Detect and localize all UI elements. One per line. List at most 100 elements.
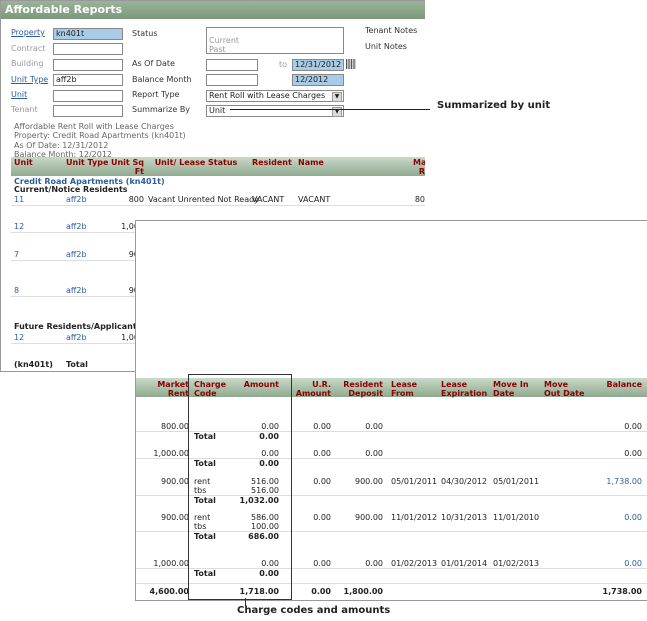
balance-cell: 0.00: [624, 449, 642, 458]
ur-amount-cell: 0.00: [313, 422, 331, 431]
balance-cell[interactable]: 0.00: [624, 559, 642, 568]
status-option-current[interactable]: Current: [209, 36, 343, 45]
total-cell: (kn401t): [14, 360, 53, 369]
market-rent-cell: 800.00: [161, 422, 189, 431]
report-type-label: Report Type: [132, 90, 180, 99]
ur-amount-cell: 0.00: [313, 449, 331, 458]
table-cell: 80: [414, 195, 425, 204]
table-cell[interactable]: 12: [14, 333, 24, 342]
report-property: Property: Credit Road Apartments (kn401t…: [14, 131, 186, 141]
report-as-of: As Of Date: 12/31/2012: [14, 140, 109, 150]
ur-amount-cell: 0.00: [313, 559, 331, 568]
table-cell[interactable]: aff2b: [66, 195, 87, 204]
unit-input[interactable]: [53, 90, 123, 102]
deposit-cell: 900.00: [355, 477, 383, 486]
as-of-label: As Of Date: [132, 59, 175, 68]
table-cell: Vacant Unrented Not Ready: [148, 195, 259, 204]
lease-expiration-cell: 10/31/2013: [441, 513, 488, 522]
as-of-to-input[interactable]: 12/31/2012: [292, 59, 344, 71]
table-cell[interactable]: 11: [14, 195, 24, 204]
table-cell[interactable]: aff2b: [66, 250, 87, 259]
grand-deposit: 1,800.00: [343, 587, 383, 596]
annotation-summarized: Summarized by unit: [437, 100, 551, 111]
ur-amount-cell: 0.00: [313, 477, 331, 486]
contract-input[interactable]: [53, 43, 123, 55]
section-future: Future Residents/Applicants: [14, 322, 142, 331]
deposit-cell: 900.00: [355, 513, 383, 522]
move-in-cell: 05/01/2011: [493, 477, 540, 486]
callout-line: [230, 109, 430, 110]
status-label: Status: [132, 29, 158, 38]
summarize-select[interactable]: Unit ▼: [206, 105, 344, 117]
tenant-label: Tenant: [11, 105, 38, 114]
balance-month-from-input[interactable]: [206, 74, 258, 86]
column-header: Lease Expiration: [441, 380, 488, 398]
market-rent-cell: 900.00: [161, 477, 189, 486]
annotation-charge-codes: Charge codes and amounts: [237, 605, 391, 616]
table-cell: 800: [128, 195, 144, 204]
report-info: Affordable Rent Roll with Lease Charges …: [14, 122, 186, 159]
report-type-select[interactable]: Rent Roll with Lease Charges ▼: [206, 90, 344, 102]
move-in-cell: 01/02/2013: [493, 559, 540, 568]
balance-cell[interactable]: 0.00: [624, 513, 642, 522]
deposit-cell: 0.00: [365, 559, 383, 568]
table-cell[interactable]: 7: [14, 250, 19, 259]
table-cell: VACANT: [298, 195, 331, 204]
balance-month-label: Balance Month: [132, 75, 192, 84]
table-cell[interactable]: 8: [14, 286, 19, 295]
deposit-cell: 0.00: [365, 449, 383, 458]
table-cell[interactable]: aff2b: [66, 286, 87, 295]
column-header: Move Out Date: [544, 380, 585, 398]
column-header: Lease From: [391, 380, 418, 398]
property-input[interactable]: kn401t: [53, 28, 123, 40]
unit-link[interactable]: Unit: [11, 90, 27, 99]
table-cell: VACANT: [252, 195, 285, 204]
column-header: Unit: [14, 158, 33, 167]
unit-notes-label: Unit Notes: [365, 42, 407, 51]
table-cell[interactable]: aff2b: [66, 222, 87, 231]
unit-type-link[interactable]: Unit Type: [11, 75, 48, 84]
balance-cell[interactable]: 1,738.00: [606, 477, 642, 486]
market-rent-cell: 1,000.00: [153, 449, 189, 458]
property-link[interactable]: Property: [11, 28, 45, 37]
column-header: U.R. Amount: [295, 380, 331, 398]
lease-from-cell: 11/01/2012: [391, 513, 438, 522]
column-header: Unit/ Lease Status: [154, 158, 238, 167]
balance-cell: 0.00: [624, 422, 642, 431]
building-input[interactable]: [53, 59, 123, 71]
chevron-down-icon: ▼: [332, 92, 342, 102]
status-option-past[interactable]: Past: [209, 45, 343, 54]
grand-ur: 0.00: [311, 587, 331, 596]
column-header: Unit Sq Ft: [110, 158, 144, 176]
status-listbox[interactable]: Current Past: [206, 27, 344, 54]
section-current: Current/Notice Residents: [14, 185, 128, 194]
column-header: Resident: [252, 158, 292, 167]
summarize-value: Unit: [209, 106, 226, 115]
tenant-input[interactable]: [53, 105, 123, 117]
ur-amount-cell: 0.00: [313, 513, 331, 522]
calendar-icon[interactable]: [346, 59, 356, 69]
lease-from-cell: 05/01/2011: [391, 477, 438, 486]
balance-month-input[interactable]: 12/2012: [292, 74, 344, 86]
deposit-cell: 0.00: [365, 422, 383, 431]
building-label: Building: [11, 59, 44, 68]
lease-from-cell: 01/02/2013: [391, 559, 438, 568]
table-cell[interactable]: aff2b: [66, 333, 87, 342]
market-rent-cell: 1,000.00: [153, 559, 189, 568]
as-of-from-input[interactable]: [206, 59, 258, 71]
total-cell: Total: [66, 360, 88, 369]
unit-type-input[interactable]: aff2b: [53, 74, 123, 86]
move-in-cell: 11/01/2010: [493, 513, 540, 522]
tenant-notes-label: Tenant Notes: [365, 26, 418, 35]
column-header: Balance: [606, 380, 643, 389]
grand-balance: 1,738.00: [602, 587, 642, 596]
row-divider: [11, 205, 425, 206]
contract-label: Contract: [11, 44, 46, 53]
charge-code-highlight-box: [188, 374, 292, 600]
column-header: Name: [298, 158, 324, 167]
grand-rent: 4,600.00: [149, 587, 189, 596]
column-header: Resident Deposit: [343, 380, 383, 398]
column-header: Ma R: [413, 158, 425, 176]
table-cell[interactable]: 12: [14, 222, 24, 231]
column-header: Market Rent: [157, 380, 189, 398]
